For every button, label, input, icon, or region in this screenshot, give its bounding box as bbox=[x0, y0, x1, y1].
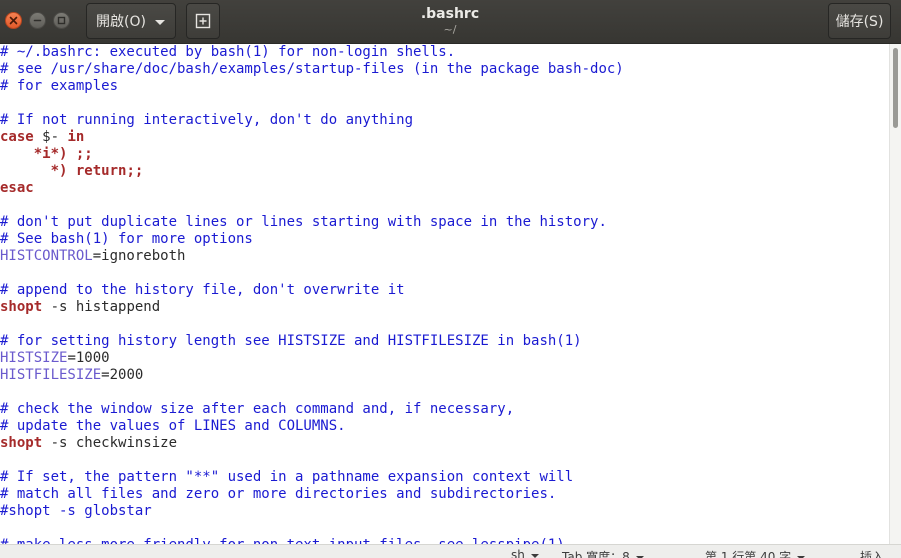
code-line: shopt -s histappend bbox=[0, 299, 889, 316]
code-token-plain: -s histappend bbox=[42, 299, 161, 315]
scrollbar-thumb[interactable] bbox=[893, 48, 898, 128]
title-bar: 開啟(O) .bashrc ~/ 儲存(S) bbox=[0, 0, 901, 44]
close-icon bbox=[9, 16, 18, 25]
code-line: HISTSIZE=1000 bbox=[0, 350, 889, 367]
window-title: .bashrc bbox=[420, 6, 480, 22]
language-selector[interactable]: sh bbox=[511, 548, 539, 558]
tab-width-selector[interactable]: Tab 寬度：8 bbox=[562, 548, 644, 558]
code-token-kw: case bbox=[0, 129, 34, 145]
code-token-kw: ;; bbox=[126, 163, 144, 179]
code-token-comment: # append to the history file, don't over… bbox=[0, 282, 405, 298]
code-token-kw: return bbox=[75, 163, 127, 179]
code-token-comment: # If set, the pattern "**" used in a pat… bbox=[0, 469, 574, 485]
code-line: # match all files and zero or more direc… bbox=[0, 486, 889, 503]
code-line: # If set, the pattern "**" used in a pat… bbox=[0, 469, 889, 486]
code-token-var: HISTCONTROL bbox=[0, 248, 93, 264]
code-line: # don't put duplicate lines or lines sta… bbox=[0, 214, 889, 231]
code-token-comment: # ~/.bashrc: executed by bash(1) for non… bbox=[0, 44, 456, 60]
code-line: HISTFILESIZE=2000 bbox=[0, 367, 889, 384]
code-token-comment: # If not running interactively, don't do… bbox=[0, 112, 414, 128]
code-token-comment: # match all files and zero or more direc… bbox=[0, 486, 557, 502]
cursor-position-label: 第 1 行第 40 字 bbox=[705, 550, 792, 558]
code-line: *i*) ;; bbox=[0, 146, 889, 163]
text-editor[interactable]: # ~/.bashrc: executed by bash(1) for non… bbox=[0, 44, 889, 544]
window-title-area: .bashrc ~/ bbox=[300, 5, 600, 36]
code-token-plain: =ignoreboth bbox=[92, 248, 186, 264]
open-button[interactable]: 開啟(O) bbox=[86, 3, 176, 39]
code-token-plain: =2000 bbox=[101, 367, 144, 383]
maximize-button[interactable] bbox=[53, 12, 70, 29]
code-token-comment: #shopt -s globstar bbox=[0, 503, 152, 519]
new-tab-icon bbox=[195, 13, 211, 29]
code-line: # for examples bbox=[0, 78, 889, 95]
code-token-plain: $- bbox=[33, 129, 68, 145]
code-line: # make less more friendly for non-text i… bbox=[0, 537, 889, 544]
code-token-comment: # for examples bbox=[0, 78, 119, 94]
insert-mode-indicator: 插入 bbox=[860, 548, 884, 558]
code-line: # ~/.bashrc: executed by bash(1) for non… bbox=[0, 44, 889, 61]
code-line: shopt -s checkwinsize bbox=[0, 435, 889, 452]
code-token-kw: in bbox=[67, 129, 85, 145]
insert-mode-label: 插入 bbox=[860, 550, 885, 558]
code-token-var: HISTSIZE bbox=[0, 350, 68, 366]
code-token-comment: # make less more friendly for non-text i… bbox=[0, 537, 565, 544]
language-label: sh bbox=[511, 548, 525, 558]
code-line: *) return;; bbox=[0, 163, 889, 180]
minimize-button[interactable] bbox=[29, 12, 46, 29]
window-subtitle: ~/ bbox=[443, 23, 457, 36]
minimize-icon bbox=[33, 19, 42, 22]
code-line: esac bbox=[0, 180, 889, 197]
code-token-kw: *i*) ;; bbox=[0, 146, 93, 162]
open-button-label: 開啟(O) bbox=[96, 14, 146, 30]
code-line: # append to the history file, don't over… bbox=[0, 282, 889, 299]
new-tab-button[interactable] bbox=[186, 3, 220, 39]
code-line: # for setting history length see HISTSIZ… bbox=[0, 333, 889, 350]
cursor-position[interactable]: 第 1 行第 40 字 bbox=[705, 548, 806, 558]
code-line: case $- in bbox=[0, 129, 889, 146]
chevron-down-icon bbox=[155, 20, 165, 25]
code-token-comment: # update the values of LINES and COLUMNS… bbox=[0, 418, 346, 434]
code-line: # update the values of LINES and COLUMNS… bbox=[0, 418, 889, 435]
code-line: # check the window size after each comma… bbox=[0, 401, 889, 418]
vertical-scrollbar[interactable] bbox=[889, 44, 901, 544]
close-button[interactable] bbox=[5, 12, 22, 29]
code-line: # See bash(1) for more options bbox=[0, 231, 889, 248]
code-line: # see /usr/share/doc/bash/examples/start… bbox=[0, 61, 889, 78]
code-line: #shopt -s globstar bbox=[0, 503, 889, 520]
code-token-kw: shopt bbox=[0, 435, 43, 451]
tab-width-label: Tab 寬度：8 bbox=[562, 550, 630, 558]
code-token-kw: esac bbox=[0, 180, 34, 196]
code-content[interactable]: # ~/.bashrc: executed by bash(1) for non… bbox=[0, 44, 889, 544]
code-token-comment: # don't put duplicate lines or lines sta… bbox=[0, 214, 607, 230]
code-token-comment: # check the window size after each comma… bbox=[0, 401, 515, 417]
code-token-kw: shopt bbox=[0, 299, 43, 315]
code-token-kw: *) bbox=[0, 163, 76, 179]
code-token-plain: =1000 bbox=[67, 350, 110, 366]
code-token-comment: # See bash(1) for more options bbox=[0, 231, 253, 247]
status-bar: sh Tab 寬度：8 第 1 行第 40 字 插入 bbox=[0, 544, 901, 558]
save-button-label: 儲存(S) bbox=[835, 14, 884, 30]
code-token-comment: # for setting history length see HISTSIZ… bbox=[0, 333, 582, 349]
code-line: # If not running interactively, don't do… bbox=[0, 112, 889, 129]
code-token-var: HISTFILESIZE bbox=[0, 367, 102, 383]
code-token-comment: # see /usr/share/doc/bash/examples/start… bbox=[0, 61, 624, 77]
chevron-down-icon bbox=[530, 553, 539, 558]
code-line: HISTCONTROL=ignoreboth bbox=[0, 248, 889, 265]
code-token-plain: -s checkwinsize bbox=[42, 435, 178, 451]
save-button[interactable]: 儲存(S) bbox=[828, 3, 891, 39]
maximize-icon bbox=[57, 16, 66, 25]
